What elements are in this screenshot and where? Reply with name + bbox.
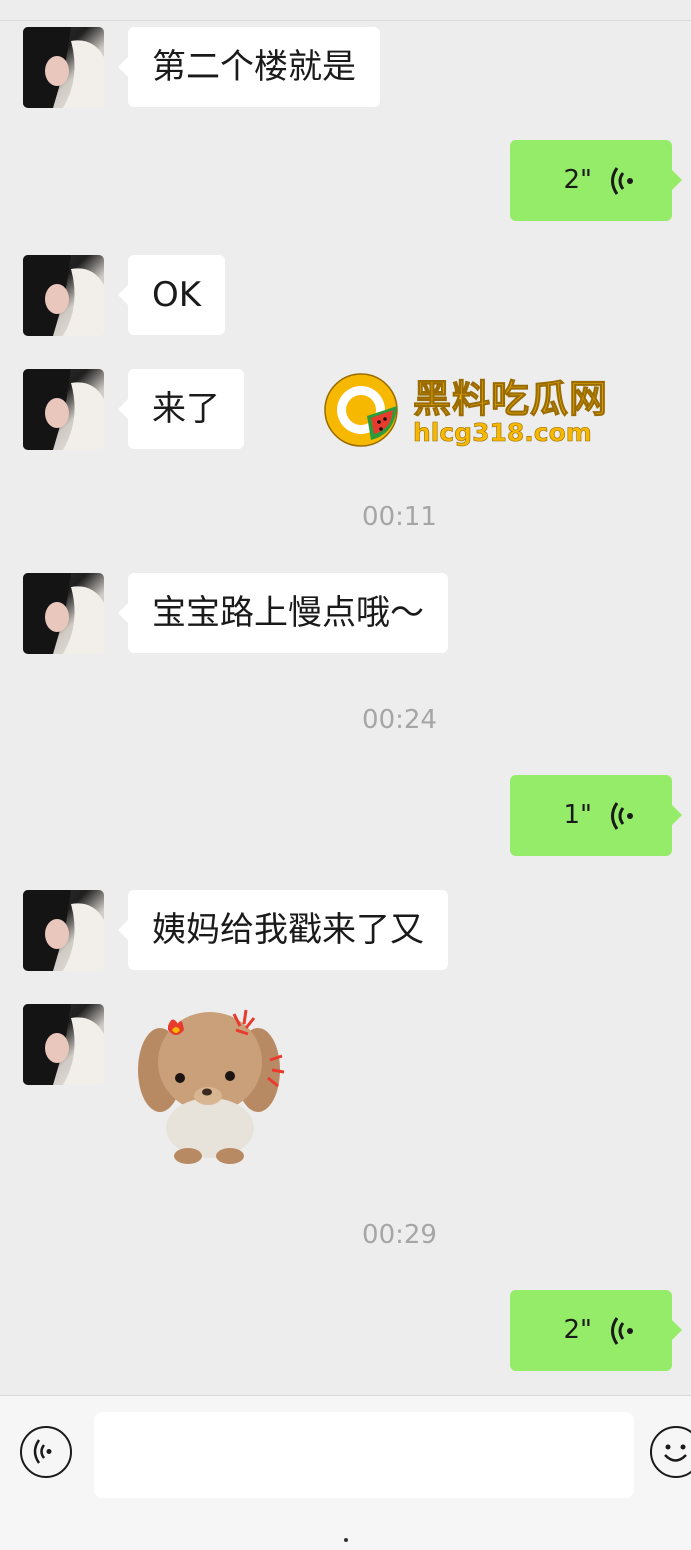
outgoing-voice-message[interactable]: 1" — [510, 775, 682, 856]
message-input[interactable] — [94, 1412, 634, 1498]
contact-avatar[interactable] — [23, 369, 104, 450]
emoji-icon[interactable] — [650, 1426, 691, 1478]
contact-avatar[interactable] — [23, 1004, 104, 1085]
voice-wave-icon — [611, 802, 633, 830]
timestamp: 00:24 — [362, 705, 437, 735]
input-bar — [0, 1395, 691, 1550]
plush-puppy-sticker[interactable] — [130, 1000, 295, 1165]
voice-mode-icon[interactable] — [20, 1426, 72, 1478]
voice-duration: 1" — [563, 800, 592, 830]
voice-wave-icon — [611, 167, 633, 195]
timestamp: 00:29 — [362, 1220, 437, 1250]
timestamp: 00:11 — [362, 502, 437, 532]
incoming-message[interactable]: 宝宝路上慢点哦～ — [118, 573, 448, 653]
contact-avatar[interactable] — [23, 255, 104, 336]
watermark-title: 黑料吃瓜网 — [412, 377, 609, 422]
outgoing-voice-message[interactable]: 2" — [510, 1290, 682, 1371]
incoming-message[interactable]: 第二个楼就是 — [118, 27, 380, 107]
voice-duration: 2" — [563, 165, 592, 195]
watermark-url: hlcg318.com — [413, 418, 592, 448]
home-indicator — [344, 1538, 348, 1542]
incoming-message[interactable]: OK — [117, 255, 226, 335]
contact-avatar[interactable] — [23, 573, 104, 654]
contact-avatar[interactable] — [23, 27, 104, 108]
watermark-logo: 黑料吃瓜网 hlcg318.com — [323, 372, 623, 452]
incoming-message[interactable]: 姨妈给我戳来了又 — [118, 890, 448, 970]
outgoing-voice-message[interactable]: 2" — [510, 140, 682, 221]
incoming-message[interactable]: 来了 — [118, 369, 244, 449]
watermelon-logo-icon — [324, 373, 398, 447]
contact-avatar[interactable] — [23, 890, 104, 971]
voice-duration: 2" — [563, 1315, 592, 1345]
top-divider — [0, 20, 691, 21]
voice-wave-icon — [611, 1317, 633, 1345]
